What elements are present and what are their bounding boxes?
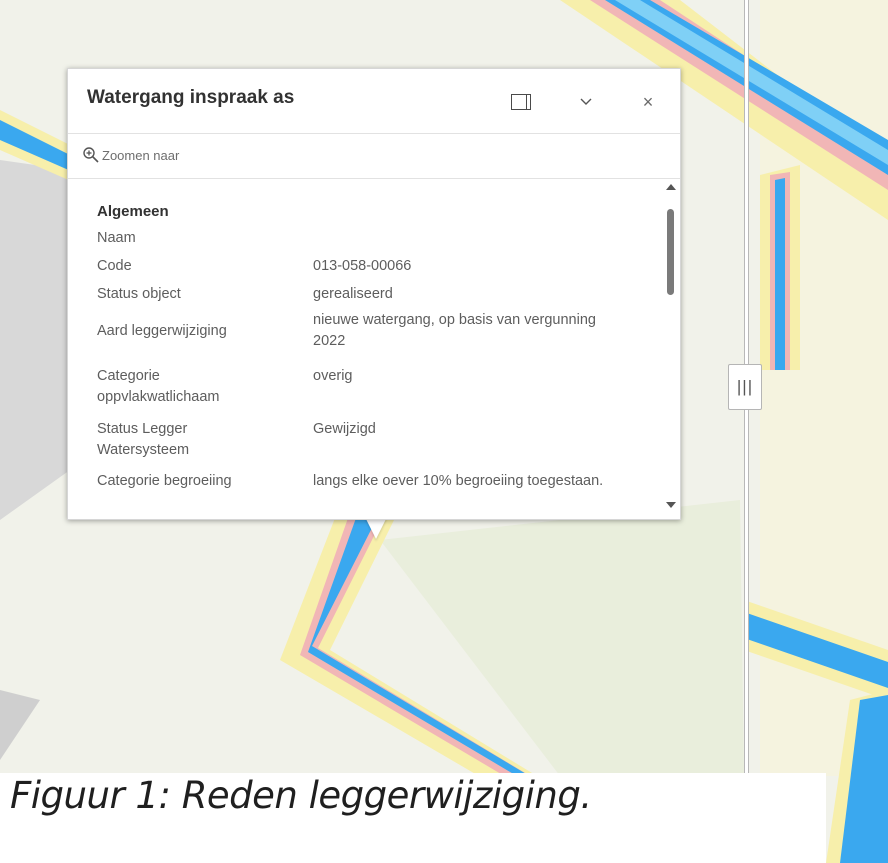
dock-panel-icon [511,94,531,110]
scroll-down-arrow-icon[interactable] [666,502,676,508]
swipe-handle[interactable]: ||| [728,364,762,410]
popup-pointer [365,517,387,539]
field-label: Categorie oppvlakwatlichaam [97,368,220,405]
field-label: Code [97,258,132,274]
chevron-down-icon [580,98,592,105]
field-value: 013-058-00066 [313,258,412,274]
popup-content: Algemeen Naam Code 013-058-00066 Status … [68,179,663,519]
field-value: gerealiseerd [313,286,393,302]
field-value: overig [313,368,353,384]
close-button[interactable]: × [631,85,665,119]
popup-header: Watergang inspraak as × [68,69,680,134]
section-title: Algemeen [97,203,169,220]
dock-button[interactable] [504,85,538,119]
field-label: Aard leggerwijziging [97,323,227,339]
swipe-handle-glyph: ||| [736,377,754,396]
field-label: Status object [97,286,181,302]
figure-caption: Figuur 1: Reden leggerwijziging. [10,774,592,817]
feature-popup: Watergang inspraak as × Zoomen naar Alge… [67,68,681,520]
field-value: nieuwe watergang, op basis van vergunnin… [313,312,596,349]
scroll-up-arrow-icon[interactable] [666,184,676,190]
scrollbar-thumb[interactable] [667,209,674,295]
field-label: Status Legger Watersysteem [97,421,190,458]
close-icon: × [642,91,654,112]
field-label: Naam [97,230,136,246]
popup-scrollbar[interactable] [663,179,680,519]
zoom-to-label: Zoomen naar [102,148,180,163]
zoom-to-action[interactable]: Zoomen naar [68,134,680,179]
field-value: langs elke oever 10% begroeiing toegesta… [313,473,604,489]
collapse-button[interactable] [569,85,603,119]
popup-title: Watergang inspraak as [87,87,295,108]
field-label: Categorie begroeiing [97,473,232,489]
field-value: Gewijzigd [313,421,376,437]
zoom-in-icon [83,147,99,163]
